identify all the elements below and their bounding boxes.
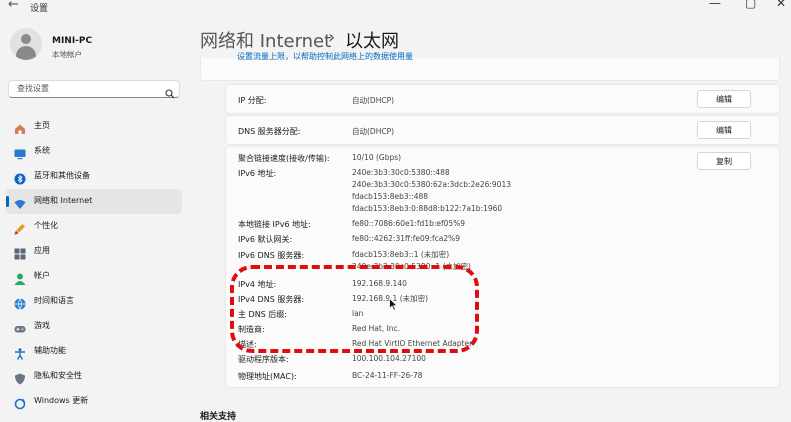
sidebar-item-home[interactable]: 主页	[6, 114, 182, 139]
property-value: 100.100.104.27100	[352, 354, 426, 363]
edit-ip-button[interactable]: 编辑	[697, 90, 751, 108]
property-value: fe80::4262:31ff:fe09:fca2%9	[352, 234, 461, 243]
sidebar-item-windows-update[interactable]: Windows 更新	[6, 389, 182, 414]
ip-assignment-row: IP 分配: 自动(DHCP) 编辑	[225, 84, 780, 114]
sidebar-item-gaming[interactable]: 游戏	[6, 314, 182, 339]
sidebar-item-bluetooth[interactable]: 蓝牙和其他设备	[6, 164, 182, 189]
property-value: 240e:3b3:30c0:5380::488	[352, 168, 450, 177]
settings-search[interactable]	[8, 80, 180, 99]
property-label: 物理地址(MAC):	[238, 372, 297, 381]
page-title: 以太网	[345, 31, 399, 52]
dns-assignment-row: DNS 服务器分配: 自动(DHCP) 编辑	[225, 115, 780, 145]
minimize-button[interactable]: —	[709, 0, 721, 10]
property-value: 10/10 (Gbps)	[352, 153, 402, 162]
search-icon[interactable]	[165, 84, 175, 103]
apps-icon	[14, 245, 26, 260]
sidebar-item-apps[interactable]: 应用	[6, 239, 182, 264]
property-value: fdacb153:8eb3::488	[352, 192, 429, 201]
sidebar-item-accounts[interactable]: 帐户	[6, 264, 182, 289]
home-icon	[14, 120, 26, 134]
window-title: 设置	[30, 4, 49, 14]
property-value: BC-24-11-FF-26-78	[352, 371, 423, 380]
property-value: fdacb153:8eb3::1 (未加密)	[352, 250, 450, 259]
wifi-icon	[14, 195, 26, 209]
mouse-cursor-icon	[389, 296, 399, 315]
update-icon	[14, 395, 26, 410]
property-label: IPv6 默认网关:	[238, 235, 293, 244]
monitor-icon	[14, 145, 26, 160]
property-label: 聚合链接速度(接收/传输):	[238, 154, 330, 163]
close-button[interactable]: ✕	[776, 0, 786, 10]
search-input[interactable]	[15, 83, 159, 94]
breadcrumb-separator: ›	[328, 27, 336, 48]
property-value: fdacb153:8eb3:0:88d8:b122:7a1b:1960	[352, 204, 503, 213]
property-value: fe80::7086:60e1:fd1b:ef05%9	[352, 219, 466, 228]
metered-link[interactable]: 设置流量上限，以帮助控制此网络上的数据使用量	[237, 51, 413, 62]
sidebar-item-time-language[interactable]: 时间和语言	[6, 289, 182, 314]
sidebar-item-personalization[interactable]: 个性化	[6, 214, 182, 239]
sidebar-item-privacy[interactable]: 隐私和安全性	[6, 364, 182, 389]
person-icon	[14, 270, 26, 285]
maximize-button[interactable]: ▢	[745, 0, 756, 10]
copy-button[interactable]: 复制	[697, 152, 751, 170]
property-label: 本地链接 IPv6 地址:	[238, 220, 311, 229]
gamepad-icon	[14, 320, 26, 333]
dns-assignment-value: 自动(DHCP)	[352, 127, 395, 136]
title-bar: ← 设置 — ▢ ✕	[0, 0, 791, 14]
dns-assignment-label: DNS 服务器分配:	[238, 127, 301, 136]
back-button[interactable]: ←	[8, 0, 19, 12]
property-value: 240e:3b3:30c0:5380:62a:3dcb:2e26:9013	[352, 180, 512, 189]
sidebar-item-network[interactable]: 网络和 Internet	[6, 189, 182, 214]
annotation-highlight	[230, 265, 479, 353]
ip-assignment-value: 自动(DHCP)	[352, 96, 395, 105]
breadcrumb-parent[interactable]: 网络和 Internet	[200, 27, 331, 53]
shield-icon	[14, 370, 26, 385]
property-label: IPv6 地址:	[238, 169, 277, 178]
property-label: 驱动程序版本:	[238, 355, 289, 364]
ip-assignment-label: IP 分配:	[238, 96, 267, 105]
edit-dns-button[interactable]: 编辑	[697, 121, 751, 139]
profile-account-type: 本地帐户	[52, 50, 82, 59]
brush-icon	[14, 220, 26, 235]
profile-name: MINI-PC	[52, 36, 93, 46]
sidebar-nav: 主页 系统 蓝牙和其他设备 网络和 Internet 个性化 应用 帐户 时间和…	[6, 114, 182, 414]
globe-clock-icon	[14, 295, 26, 310]
sidebar-item-accessibility[interactable]: 辅助功能	[6, 339, 182, 364]
sidebar-item-system[interactable]: 系统	[6, 139, 182, 164]
accessibility-icon	[14, 345, 26, 360]
bluetooth-icon	[14, 170, 26, 185]
property-label: IPv6 DNS 服务器:	[238, 251, 305, 260]
related-support-heading: 相关支持	[200, 412, 237, 422]
avatar	[10, 28, 42, 60]
